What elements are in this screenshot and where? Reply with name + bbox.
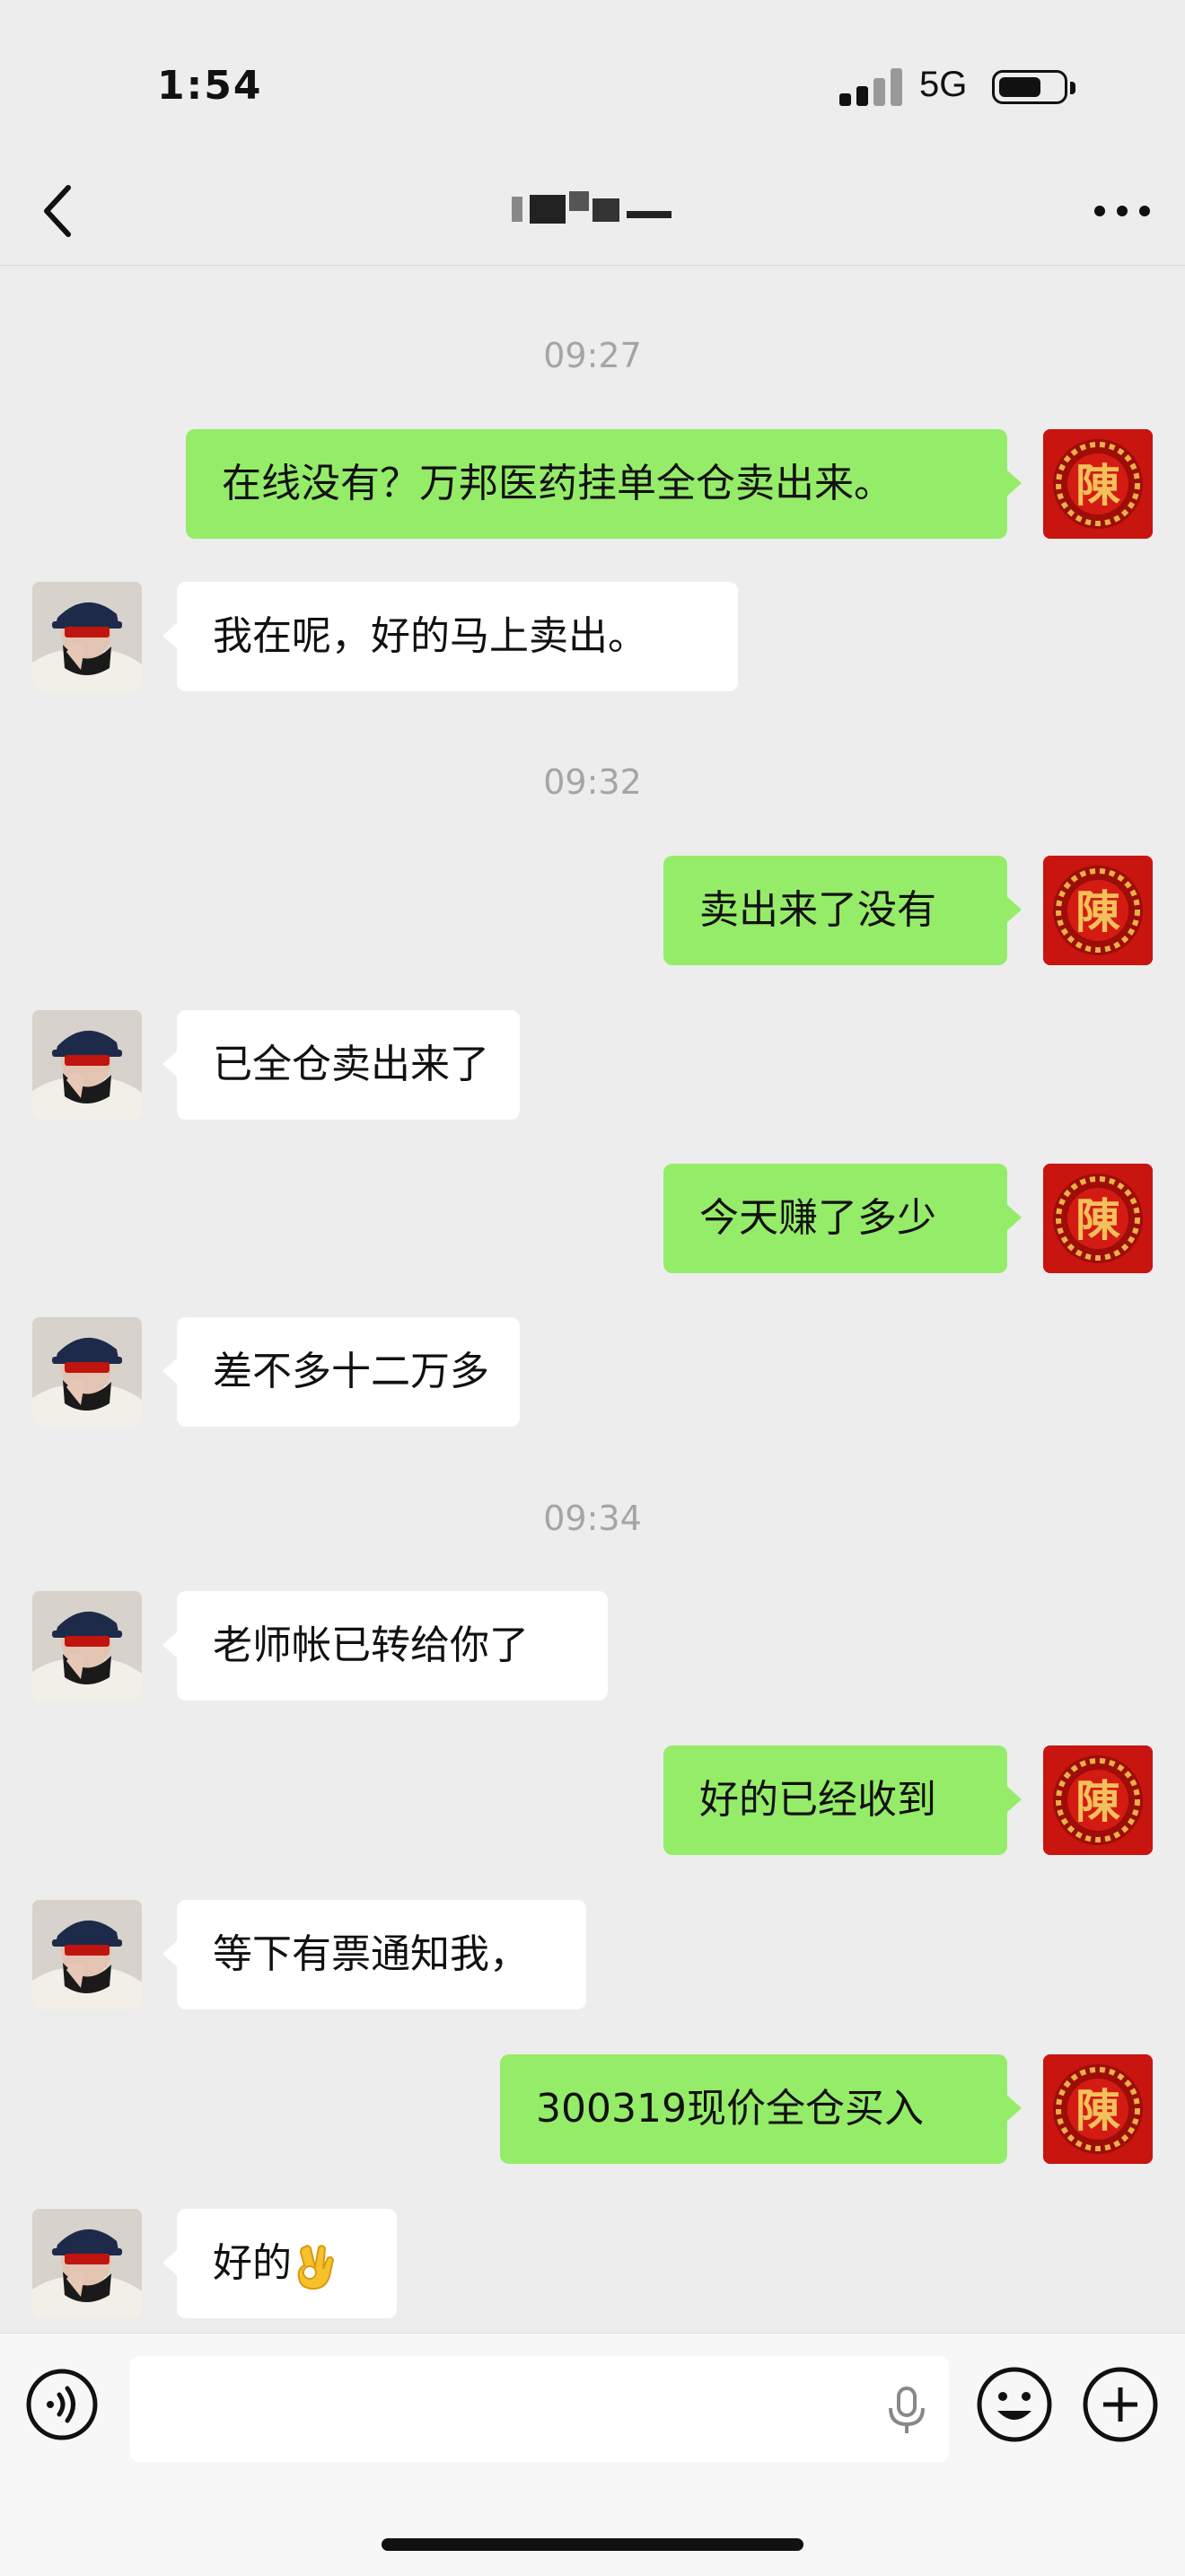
my-avatar[interactable]: 陳 [1043, 1164, 1153, 1273]
contact-avatar[interactable] [32, 1317, 142, 1427]
back-icon[interactable] [36, 175, 90, 247]
received-message-bubble[interactable]: 已全仓卖出来了 [162, 1010, 520, 1120]
svg-text:陳: 陳 [1075, 1193, 1120, 1246]
status-bar: 1:54 5G [0, 0, 1185, 157]
signal-icon [839, 68, 902, 106]
received-message-bubble[interactable]: 好的 [162, 2209, 397, 2318]
message-text: 好的已经收到 [699, 1777, 936, 1823]
sent-message-bubble[interactable]: 卖出来了没有 [663, 856, 1022, 965]
svg-text:陳: 陳 [1075, 2084, 1120, 2137]
my-avatar[interactable]: 陳 [1043, 429, 1153, 539]
message-text: 差不多十二万多 [213, 1349, 489, 1394]
voice-icon[interactable] [25, 2368, 99, 2441]
message-timestamp: 09:27 [543, 336, 642, 375]
message-text: 老师帐已转给你了 [213, 1622, 529, 1668]
sent-message-bubble[interactable]: 今天赚了多少 [663, 1164, 1022, 1273]
message-input[interactable] [130, 2356, 949, 2462]
sent-message-bubble[interactable]: 好的已经收到 [663, 1745, 1022, 1855]
message-timestamp: 09:32 [543, 762, 642, 802]
received-message-bubble[interactable]: 差不多十二万多 [162, 1317, 520, 1427]
message-text: 已全仓卖出来了 [213, 1042, 489, 1087]
contact-avatar[interactable] [32, 1591, 142, 1701]
received-message-bubble[interactable]: 等下有票通知我， [162, 1900, 586, 2009]
plus-icon[interactable] [1082, 2366, 1159, 2443]
svg-text:陳: 陳 [1075, 1775, 1120, 1828]
message-text: 卖出来了没有 [699, 887, 936, 933]
home-indicator [382, 2538, 803, 2551]
message-text: 等下有票通知我， [213, 1931, 529, 1977]
message-text: 我在呢，好的马上卖出。 [213, 613, 647, 659]
sent-message-bubble[interactable]: 在线没有？万邦医药挂单全仓卖出来。 [186, 429, 1022, 539]
message-text: 好的 [213, 2240, 292, 2286]
svg-text:陳: 陳 [1075, 885, 1120, 938]
chat-title [503, 184, 682, 229]
contact-avatar[interactable] [32, 1010, 142, 1120]
my-avatar[interactable]: 陳 [1043, 856, 1153, 965]
mic-icon[interactable] [880, 2383, 934, 2437]
message-text: 300319现价全仓买入 [536, 2086, 924, 2132]
message-text: 今天赚了多少 [699, 1195, 936, 1241]
contact-avatar[interactable] [32, 2209, 142, 2318]
more-icon[interactable] [1091, 189, 1154, 233]
chat-header [0, 157, 1185, 266]
sent-message-bubble[interactable]: 300319现价全仓买入 [500, 2054, 1022, 2164]
my-avatar[interactable]: 陳 [1043, 2054, 1153, 2164]
ok-hand-emoji [297, 2245, 335, 2290]
battery-icon [992, 70, 1075, 104]
contact-avatar[interactable] [32, 582, 142, 691]
network-label: 5G [919, 65, 968, 104]
message-timestamp: 09:34 [543, 1499, 642, 1538]
emoji-icon[interactable] [976, 2366, 1053, 2443]
status-time: 1:54 [157, 63, 263, 109]
received-message-bubble[interactable]: 老师帐已转给你了 [162, 1591, 608, 1701]
input-bar [0, 2333, 1185, 2576]
message-text: 在线没有？万邦医药挂单全仓卖出来。 [222, 461, 893, 506]
contact-avatar[interactable] [32, 1900, 142, 2009]
svg-text:陳: 陳 [1075, 459, 1120, 512]
received-message-bubble[interactable]: 我在呢，好的马上卖出。 [162, 582, 738, 691]
my-avatar[interactable]: 陳 [1043, 1745, 1153, 1855]
